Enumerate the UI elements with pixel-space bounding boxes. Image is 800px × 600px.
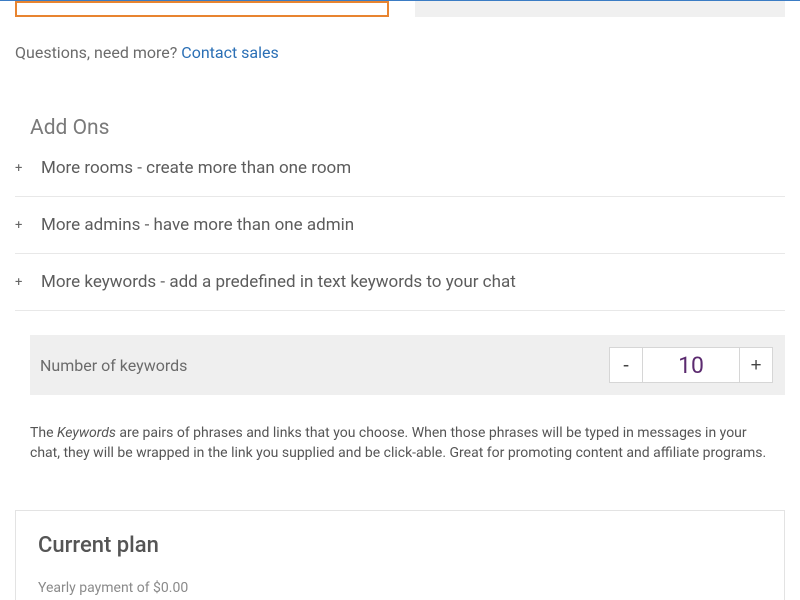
addon-label: More admins - have more than one admin [41, 215, 354, 235]
keywords-stepper-row: Number of keywords - 10 + [30, 335, 785, 395]
stepper-plus-button[interactable]: + [739, 347, 773, 383]
contact-sales-line: Questions, need more? Contact sales [15, 43, 785, 62]
desc-emph: Keywords [57, 425, 116, 441]
current-plan-sub: Yearly payment of $0.00 [38, 580, 762, 596]
desc-rest: are pairs of phrases and links that you … [30, 425, 766, 461]
plan-card-selected[interactable] [15, 1, 389, 17]
contact-sales-link[interactable]: Contact sales [181, 43, 278, 62]
main-scroll[interactable]: Questions, need more? Contact sales Add … [0, 1, 800, 600]
stepper-value: 10 [643, 347, 739, 383]
addon-row-admins[interactable]: + More admins - have more than one admin [15, 197, 785, 254]
addon-label: More keywords - add a predefined in text… [41, 272, 516, 292]
viewport: Questions, need more? Contact sales Add … [0, 0, 800, 600]
current-plan-panel: Current plan Yearly payment of $0.00 [15, 510, 785, 600]
expand-icon: + [15, 275, 29, 290]
keywords-stepper-label: Number of keywords [40, 356, 187, 375]
quantity-stepper: - 10 + [609, 347, 773, 383]
top-plan-cards [15, 1, 785, 17]
addon-row-keywords[interactable]: + More keywords - add a predefined in te… [15, 254, 785, 311]
current-plan-heading: Current plan [38, 533, 762, 558]
stepper-minus-button[interactable]: - [609, 347, 643, 383]
addon-label: More rooms - create more than one room [41, 158, 351, 178]
plan-card-alt[interactable] [415, 1, 785, 17]
contact-sales-prefix: Questions, need more? [15, 43, 181, 62]
keywords-description: The Keywords are pairs of phrases and li… [30, 423, 770, 464]
desc-prefix: The [30, 425, 57, 441]
expand-icon: + [15, 218, 29, 233]
addon-row-rooms[interactable]: + More rooms - create more than one room [15, 140, 785, 197]
expand-icon: + [15, 161, 29, 176]
addons-heading: Add Ons [30, 116, 785, 140]
